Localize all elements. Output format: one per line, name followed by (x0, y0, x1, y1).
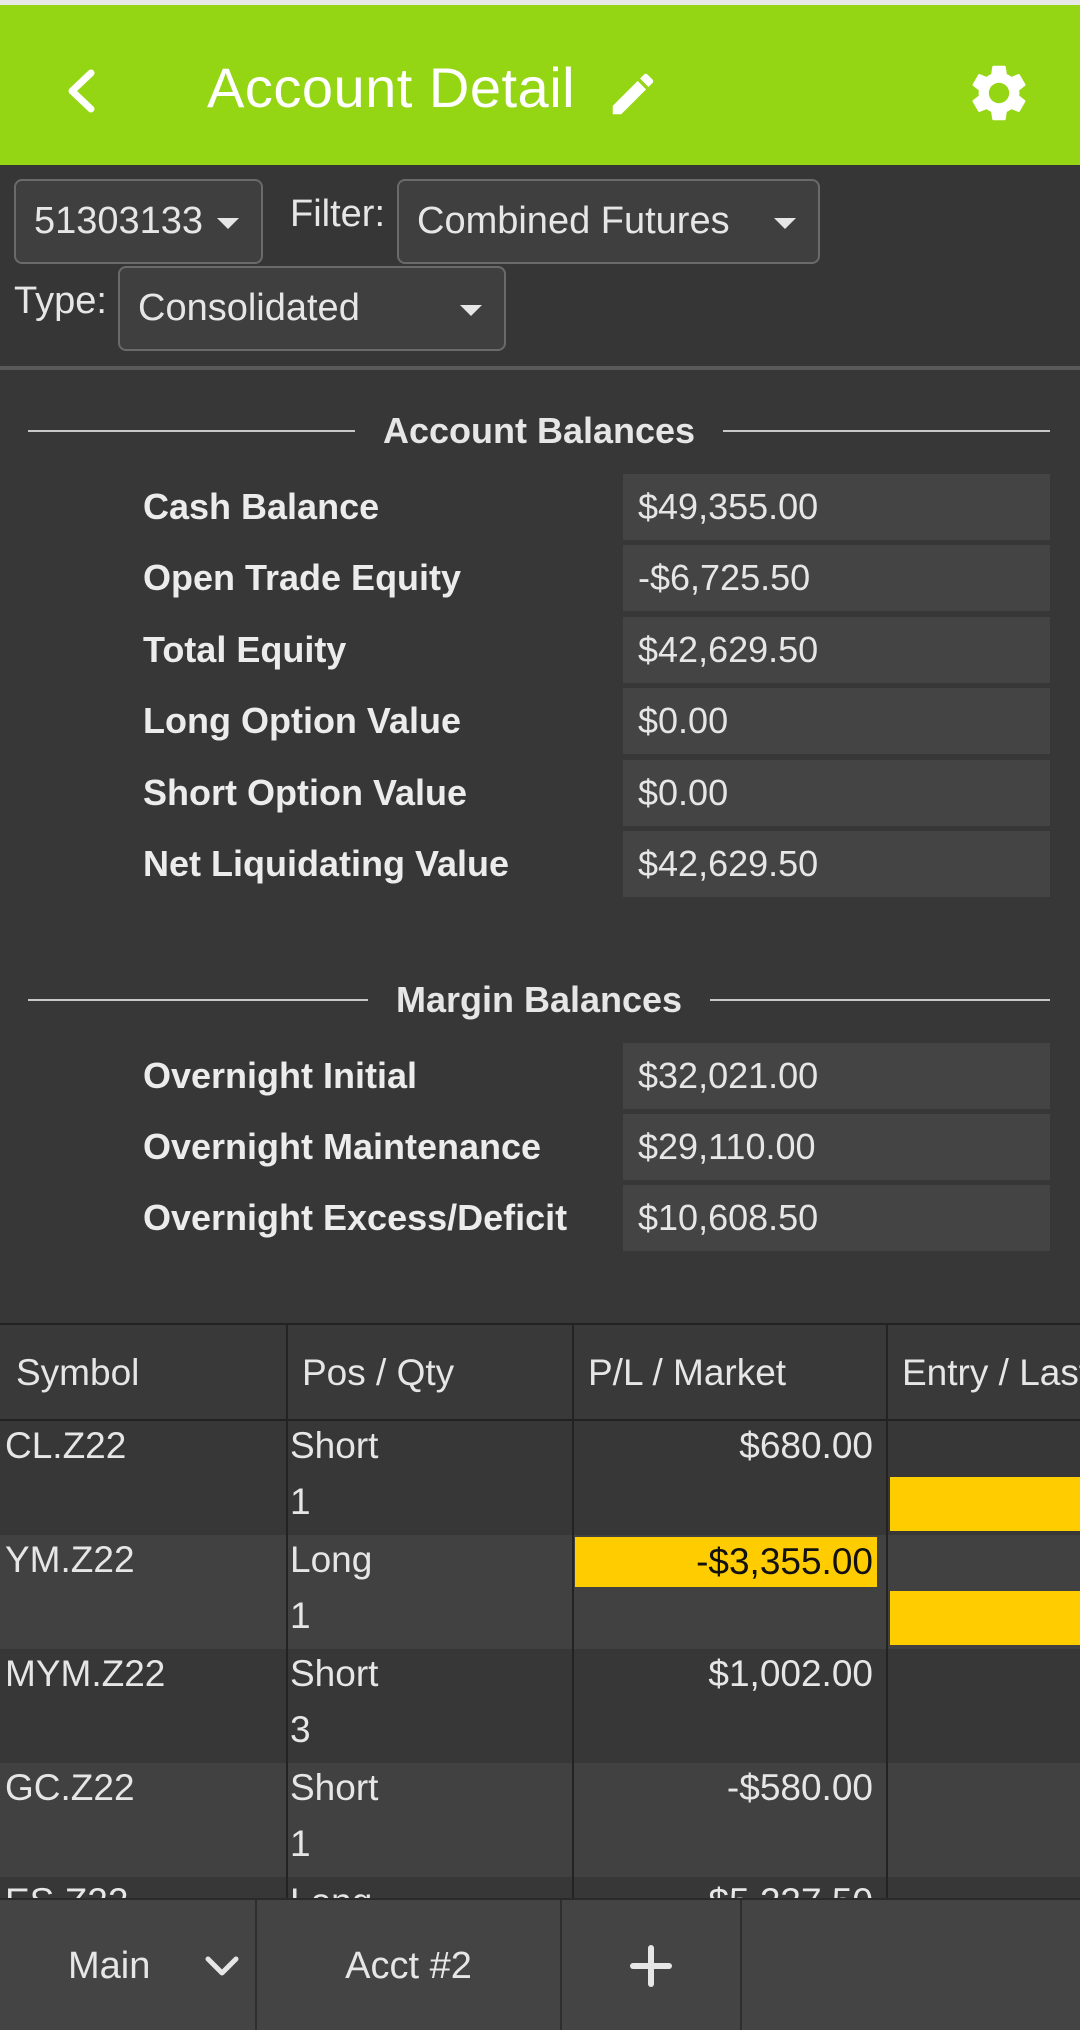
position-cell: Long (290, 1881, 372, 1898)
tab-acct-2[interactable]: Acct #2 (257, 1900, 562, 2030)
type-label: Type: (14, 280, 107, 322)
position-cell: Long (290, 1539, 373, 1580)
balance-label: Long Option Value (143, 700, 461, 741)
balance-value: $49,355.00 (623, 474, 1050, 540)
table-row[interactable]: GC.Z22 Short 1 -$580.00 (0, 1763, 1080, 1877)
top-app-bar: Account Detail (0, 0, 1080, 165)
pl-cell: -$580.00 (726, 1767, 873, 1808)
symbol-cell: MYM.Z22 (5, 1653, 166, 1694)
balance-row: Short Option Value $0.00 (0, 760, 1080, 828)
table-row[interactable]: YM.Z22 Long 1 -$3,355.00 (0, 1535, 1080, 1649)
symbol-cell: YM.Z22 (5, 1539, 135, 1580)
balance-row: Cash Balance $49,355.00 (0, 474, 1080, 542)
balance-value: -$6,725.50 (623, 545, 1050, 611)
chevron-down-icon (460, 305, 482, 316)
divider (710, 999, 1051, 1001)
balance-value: $0.00 (623, 688, 1050, 754)
settings-button[interactable] (965, 59, 1033, 127)
margin-label: Overnight Initial (143, 1055, 418, 1096)
positions-table[interactable]: Symbol Pos / Qty P/L / Market Entry / La… (0, 1323, 1080, 1898)
last-price-highlight (890, 1477, 1080, 1531)
quantity-cell: 1 (290, 1823, 311, 1864)
gear-icon (972, 65, 1026, 121)
balance-label: Open Trade Equity (143, 557, 462, 598)
table-header: Symbol Pos / Qty P/L / Market Entry / La… (0, 1325, 1080, 1421)
margin-label: Overnight Maintenance (143, 1126, 542, 1167)
margin-balances-title: Margin Balances (395, 979, 683, 1020)
margin-value: $32,021.00 (623, 1043, 1050, 1109)
pl-cell-highlighted: -$3,355.00 (575, 1537, 877, 1587)
back-icon (68, 69, 95, 113)
balance-value: $42,629.50 (623, 617, 1050, 683)
bottom-tab-bar: Main Acct #2 (0, 1898, 1080, 2030)
column-divider (572, 1325, 574, 1898)
add-tab-button[interactable] (562, 1900, 742, 2030)
divider (723, 430, 1051, 432)
divider (28, 999, 368, 1001)
account-balances-heading: Account Balances (28, 406, 1051, 456)
page-title: Account Detail (207, 56, 576, 119)
pl-cell: $680.00 (739, 1425, 873, 1466)
position-cell: Short (290, 1767, 379, 1808)
margin-row: Overnight Initial $32,021.00 (0, 1043, 1080, 1111)
balance-row: Open Trade Equity -$6,725.50 (0, 545, 1080, 613)
margin-value: $10,608.50 (623, 1185, 1050, 1251)
back-button[interactable] (48, 55, 118, 125)
margin-balances-heading: Margin Balances (28, 975, 1051, 1025)
balance-row: Total Equity $42,629.50 (0, 617, 1080, 685)
account-balances-title: Account Balances (382, 410, 696, 451)
symbol-cell: ES.Z22 (5, 1881, 128, 1898)
margin-value: $29,110.00 (623, 1114, 1050, 1180)
tab-empty (742, 1900, 1080, 2030)
tab-main-label: Main (68, 1944, 151, 1987)
account-selectors: 51303133 Filter: Combined Futures Type: … (0, 165, 1080, 370)
filter-label: Filter: (290, 193, 385, 235)
position-cell: Short (290, 1653, 379, 1694)
column-divider (286, 1325, 288, 1898)
edit-title-button[interactable] (606, 67, 660, 121)
table-row[interactable]: CL.Z22 Short 1 $680.00 (0, 1421, 1080, 1535)
filter-dropdown[interactable]: Combined Futures (397, 179, 820, 264)
pl-cell: $5,237.50 (575, 1877, 877, 1898)
tab-main[interactable]: Main (0, 1900, 257, 2030)
column-header-pos-qty[interactable]: Pos / Qty (288, 1325, 572, 1421)
position-cell: Short (290, 1425, 379, 1466)
chevron-down-icon (217, 218, 239, 229)
plus-icon (630, 1945, 672, 1987)
chevron-down-icon (774, 218, 796, 229)
balance-row: Long Option Value $0.00 (0, 688, 1080, 756)
table-row[interactable]: ES.Z22 Long $5,237.50 (0, 1877, 1080, 1898)
chevron-down-icon (205, 1956, 239, 1976)
quantity-cell: 1 (290, 1481, 311, 1522)
type-dropdown[interactable]: Consolidated (118, 266, 506, 351)
balance-label: Net Liquidating Value (143, 843, 510, 884)
pl-cell: $1,002.00 (708, 1653, 873, 1694)
balance-row: Net Liquidating Value $42,629.50 (0, 831, 1080, 899)
balance-value: $42,629.50 (623, 831, 1050, 897)
type-dropdown-value: Consolidated (138, 287, 360, 329)
margin-row: Overnight Excess/Deficit $10,608.50 (0, 1185, 1080, 1253)
symbol-cell: GC.Z22 (5, 1767, 135, 1808)
balance-value: $0.00 (623, 760, 1050, 826)
margin-row: Overnight Maintenance $29,110.00 (0, 1114, 1080, 1182)
column-header-symbol[interactable]: Symbol (2, 1325, 286, 1421)
balance-label: Cash Balance (143, 486, 380, 527)
balance-label: Total Equity (143, 629, 347, 670)
column-header-pl-market[interactable]: P/L / Market (574, 1325, 886, 1421)
account-dropdown[interactable]: 51303133 (14, 179, 263, 264)
tab-acct-2-label: Acct #2 (345, 1944, 472, 1987)
quantity-cell: 3 (290, 1709, 311, 1750)
column-header-entry-last[interactable]: Entry / Last (888, 1325, 1080, 1421)
column-divider (886, 1325, 888, 1898)
divider (28, 430, 355, 432)
balance-label: Short Option Value (143, 772, 468, 813)
last-price-highlight (890, 1591, 1080, 1645)
quantity-cell: 1 (290, 1595, 311, 1636)
symbol-cell: CL.Z22 (5, 1425, 127, 1466)
account-dropdown-value: 51303133 (34, 200, 204, 242)
pencil-icon (612, 73, 654, 115)
table-row[interactable]: MYM.Z22 Short 3 $1,002.00 (0, 1649, 1080, 1763)
filter-dropdown-value: Combined Futures (417, 200, 730, 242)
margin-label: Overnight Excess/Deficit (143, 1197, 568, 1238)
